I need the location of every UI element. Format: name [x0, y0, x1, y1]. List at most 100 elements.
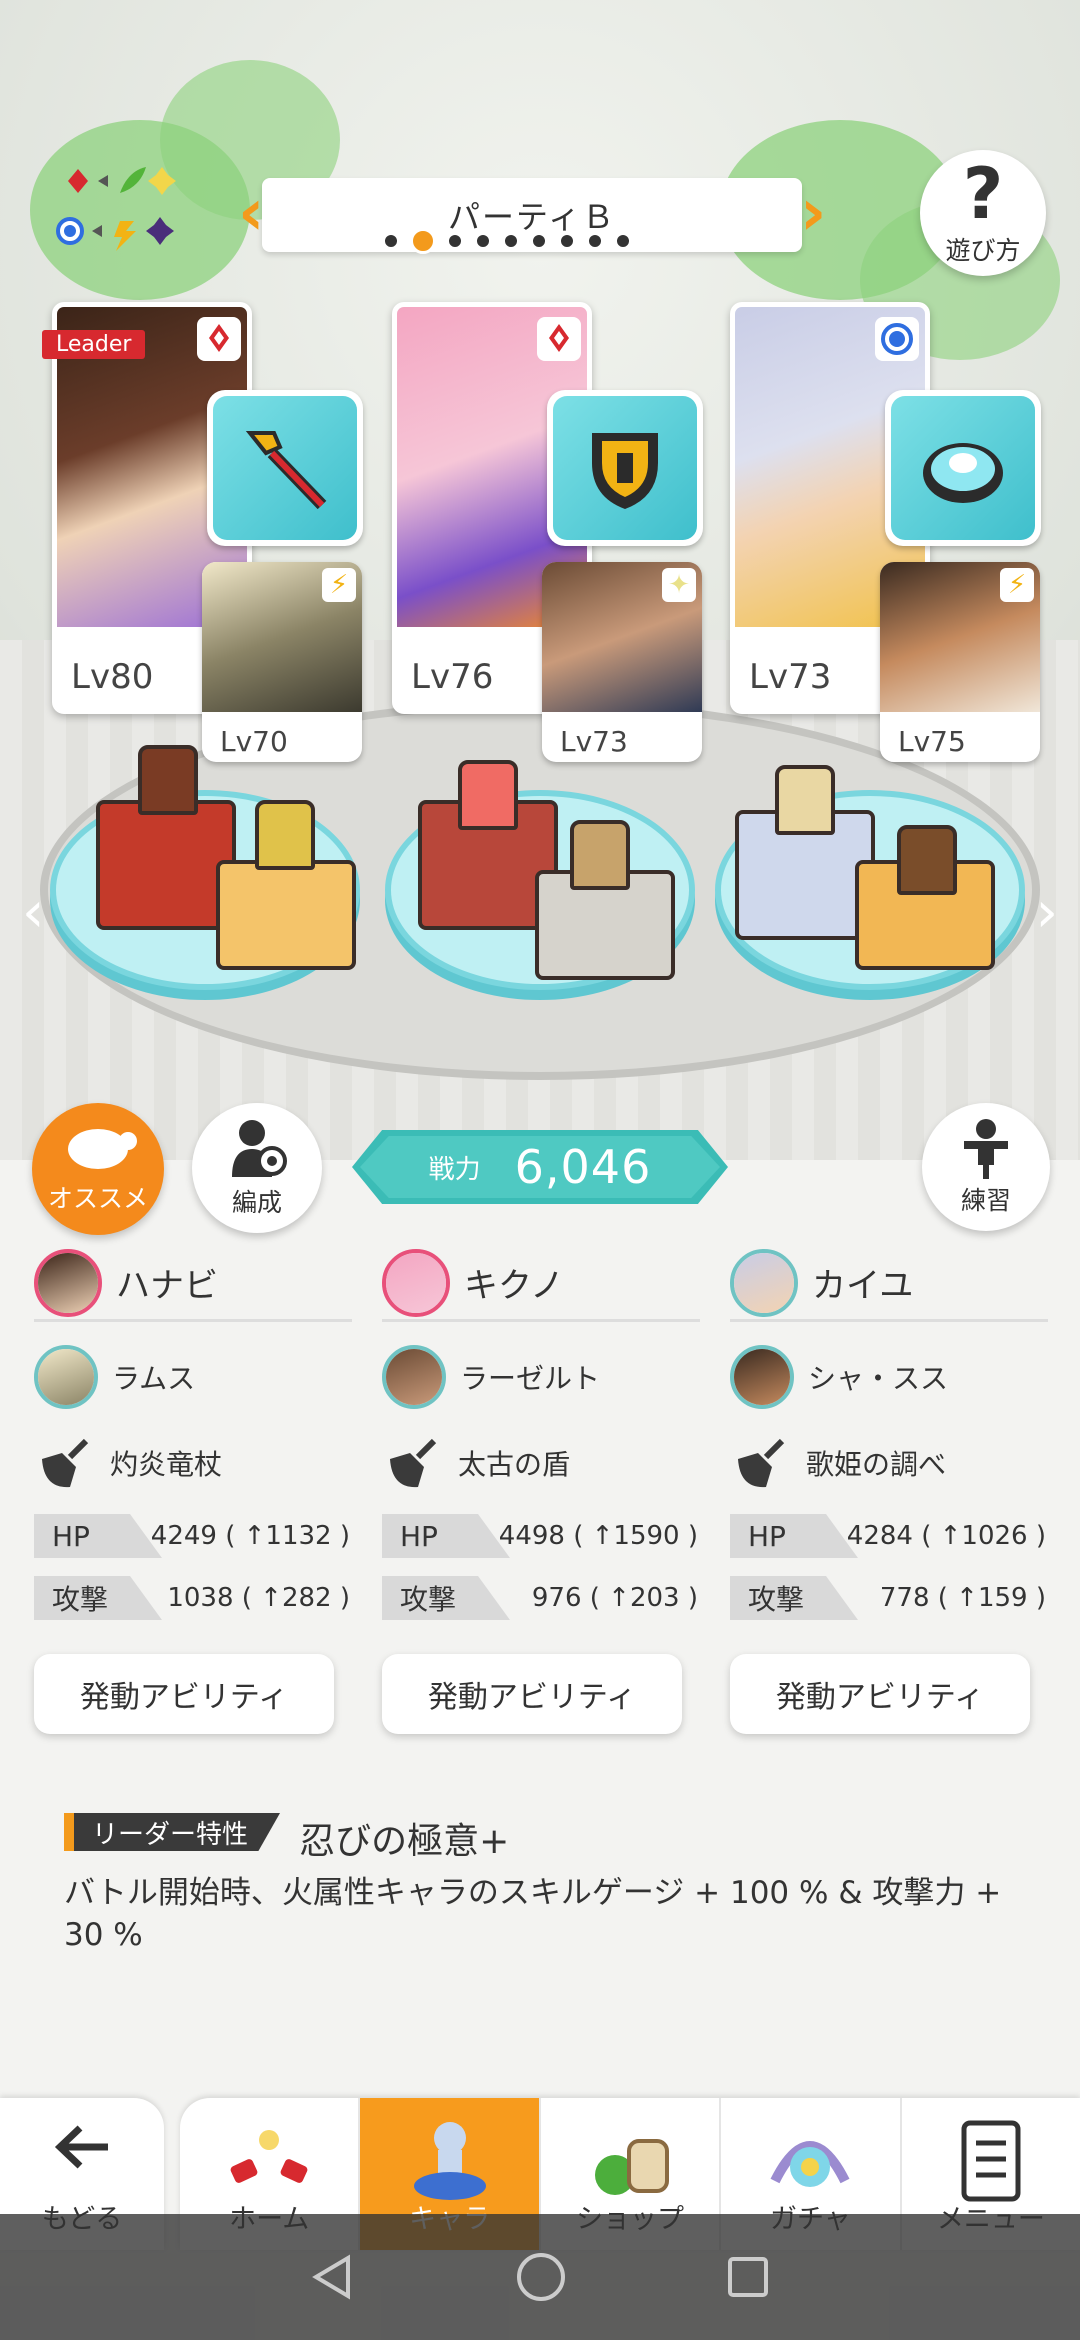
ability-button[interactable]: 発動アビリティ: [382, 1654, 682, 1734]
sub-name: ラーゼルト: [460, 1362, 601, 1395]
weapon-slot[interactable]: [547, 390, 703, 546]
sub-level: Lv75: [898, 725, 966, 758]
attack-stat: 攻撃 778 ( ↑159 ): [730, 1576, 1048, 1620]
party-page-dot[interactable]: [474, 232, 492, 250]
practice-button[interactable]: 練習: [922, 1103, 1050, 1231]
thunder-element-icon: ⚡: [322, 568, 356, 602]
member-name: カイユ: [812, 1266, 914, 1306]
member-column-1: ハナビ ラムス 灼炎竜杖 HP 4249 ( ↑1132 ) 攻撃 1038 ( ↑…: [34, 1248, 352, 1734]
menu-list-icon: [946, 2116, 1036, 2206]
training-dummy-icon: [964, 1119, 1008, 1179]
sub-character-portrait[interactable]: ⚡ Lv70: [202, 562, 362, 762]
weapon-slot[interactable]: [885, 390, 1041, 546]
power-label: 戦力: [428, 1154, 481, 1185]
sub-character-portrait[interactable]: ⚡ Lv75: [880, 562, 1040, 762]
avatar: [34, 1248, 102, 1317]
avatar: [382, 1248, 450, 1317]
person-gear-icon: [232, 1120, 287, 1177]
weapon-icon: [382, 1433, 442, 1493]
weapon-name: 灼炎竜杖: [110, 1448, 223, 1481]
shop-bag-icon: [585, 2116, 675, 2206]
ability-button[interactable]: 発動アビリティ: [34, 1654, 334, 1734]
question-icon: ?: [962, 153, 1004, 235]
member-name: ハナビ: [116, 1266, 218, 1306]
thunder-element-icon: ⚡: [1000, 568, 1034, 602]
hp-value: 4284 ( ↑1026 ): [846, 1521, 1046, 1551]
attack-value: 976 ( ↑203 ): [531, 1583, 698, 1613]
formation-label: 編成: [231, 1188, 282, 1217]
party-page-dot[interactable]: [446, 232, 464, 250]
leader-skill-tag: リーダー特性: [64, 1813, 281, 1851]
system-recents-icon[interactable]: [724, 2253, 772, 2301]
help-label: 遊び方: [945, 236, 1021, 265]
leader-badge: Leader: [42, 330, 146, 359]
power-value: 6,046: [514, 1140, 652, 1194]
team-power-banner: 戦力 6,046: [352, 1130, 728, 1204]
staff-icon: [245, 431, 327, 510]
weapon-name: 太古の盾: [458, 1448, 571, 1481]
weapon-name: 歌姫の調べ: [806, 1448, 947, 1481]
weapon-icon: [730, 1433, 790, 1493]
party-page-dot[interactable]: [530, 232, 548, 250]
party-page-dot[interactable]: [614, 232, 632, 250]
arrow-left-icon: [54, 2125, 108, 2169]
main-level: Lv76: [411, 657, 494, 697]
hp-stat: HP 4249 ( ↑1132 ): [34, 1514, 352, 1558]
system-home-icon[interactable]: [514, 2250, 568, 2304]
sub-name: ラムス: [112, 1362, 196, 1395]
help-button[interactable]: ? 遊び方: [920, 150, 1046, 276]
hp-value: 4498 ( ↑1590 ): [498, 1521, 698, 1551]
practice-label: 練習: [960, 1186, 1011, 1215]
member-column-3: カイユ シャ・スス 歌姫の調べ HP 4284 ( ↑1026 ) 攻撃 778 (…: [730, 1248, 1048, 1734]
fire-element-icon: [197, 317, 241, 361]
party-page-dot[interactable]: [410, 228, 436, 254]
leader-skill-description: バトル開始時、火属性キャラのスキルゲージ + 100 % & 攻撃力 + 30 …: [64, 1875, 1002, 1953]
member-column-2: キクノ ラーゼルト 太古の盾 HP 4498 ( ↑1590 ) 攻撃 976 ( …: [382, 1248, 700, 1734]
recommend-label: オススメ: [47, 1184, 148, 1213]
attack-stat: 攻撃 1038 ( ↑282 ): [34, 1576, 352, 1620]
team-slot-3[interactable]: Lv73 ⚡ Lv75: [730, 302, 1041, 802]
system-back-icon[interactable]: [308, 2252, 358, 2302]
sub-name: シャ・スス: [808, 1362, 949, 1395]
party-page-dot[interactable]: [586, 232, 604, 250]
scroll-left-icon[interactable]: ‹: [22, 880, 44, 945]
hp-value: 4249 ( ↑1132 ): [150, 1521, 350, 1551]
hp-stat: HP 4284 ( ↑1026 ): [730, 1514, 1048, 1558]
party-page-dots[interactable]: [382, 228, 632, 254]
turtle-icon: [68, 1129, 137, 1169]
home-icon: [224, 2116, 314, 2206]
recommend-button[interactable]: オススメ: [32, 1103, 164, 1235]
light-element-icon: ✦: [662, 568, 696, 602]
party-page-dot[interactable]: [502, 232, 520, 250]
attack-value: 778 ( ↑159 ): [879, 1583, 1046, 1613]
team-slot-1[interactable]: Lv80 Leader ⚡ Lv70: [42, 302, 363, 802]
attack-value: 1038 ( ↑282 ): [167, 1583, 350, 1613]
main-level: Lv80: [71, 657, 154, 697]
fire-element-icon: [537, 317, 581, 361]
scroll-right-icon[interactable]: ›: [1036, 880, 1058, 945]
character-icon: [405, 2116, 495, 2206]
formation-button[interactable]: 編成: [192, 1103, 322, 1233]
sub-avatar: [730, 1345, 794, 1409]
weapon-slot[interactable]: [207, 390, 363, 546]
element-affinity-icon[interactable]: [52, 165, 192, 255]
ability-button[interactable]: 発動アビリティ: [730, 1654, 1030, 1734]
member-name: キクノ: [464, 1266, 564, 1306]
sub-character-portrait[interactable]: ✦ Lv73: [542, 562, 702, 762]
leader-skill-name: 忍びの極意+: [299, 1821, 510, 1862]
prev-party-button[interactable]: ‹: [238, 168, 264, 258]
attack-stat: 攻撃 976 ( ↑203 ): [382, 1576, 700, 1620]
leader-skill-section: リーダー特性 忍びの極意+ バトル開始時、火属性キャラのスキルゲージ + 100…: [64, 1812, 1024, 1956]
shield-icon: [592, 433, 658, 509]
party-page-dot[interactable]: [382, 232, 400, 250]
party-page-dot[interactable]: [558, 232, 576, 250]
sub-avatar: [382, 1345, 446, 1409]
next-party-button[interactable]: ›: [800, 168, 826, 258]
system-navigation-bar: [0, 2214, 1080, 2340]
avatar: [730, 1248, 798, 1317]
sub-avatar: [34, 1345, 98, 1409]
gacha-orb-icon: [765, 2116, 855, 2206]
sub-level: Lv73: [560, 725, 628, 758]
team-slot-2[interactable]: Lv76 ✦ Lv73: [392, 302, 703, 802]
main-level: Lv73: [749, 657, 832, 697]
